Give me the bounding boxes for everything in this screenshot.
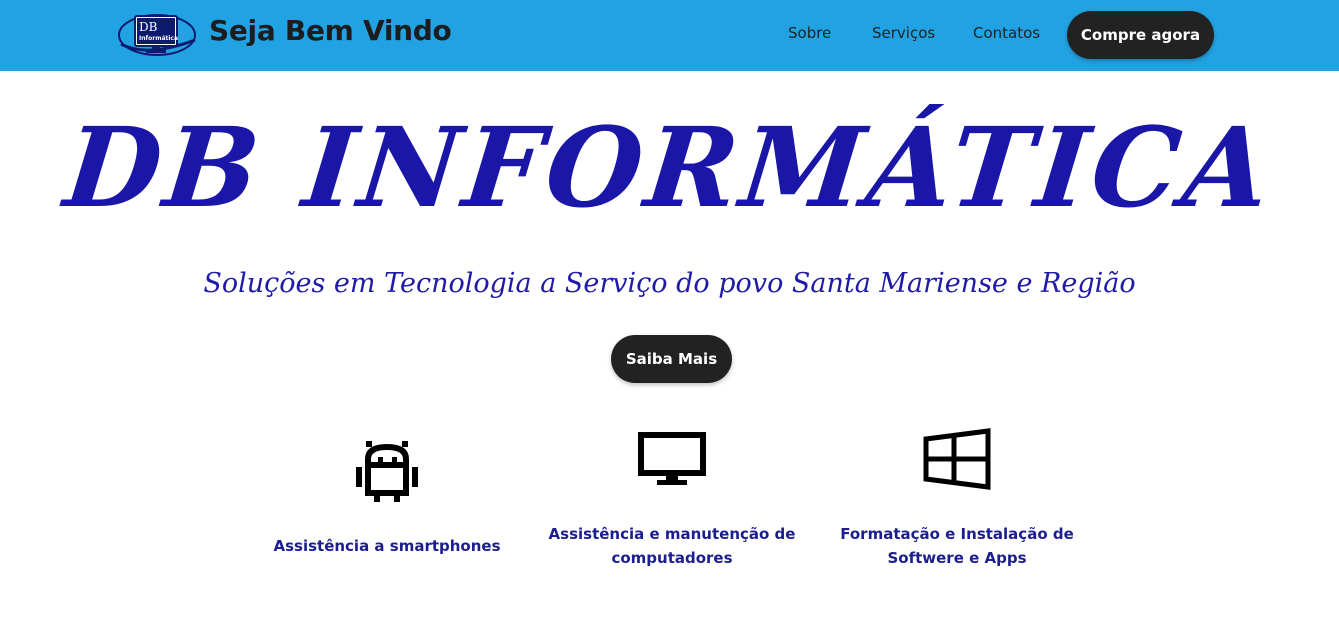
buy-now-button[interactable]: Compre agora [1067,11,1214,59]
logo-text-informatica: Informática [139,35,178,42]
monitor-icon [638,432,706,485]
site-header: DB Informática Seja Bem Vindo Sobre Serv… [0,0,1339,71]
service-label: Assistência a smartphones [273,537,501,555]
service-card-formatacao: Formatação e Instalação de Softwere e Ap… [827,425,1087,585]
service-label: Assistência e manutenção de computadores [548,525,796,567]
hero-subtitle: Soluções em Tecnologia a Serviço do povo… [203,268,1136,299]
service-card-computadores: Assistência e manutenção de computadores [542,425,802,585]
learn-more-button[interactable]: Saiba Mais [611,335,732,383]
db-informatica-logo[interactable]: DB Informática [117,10,197,60]
nav-link-contatos[interactable]: Contatos [973,24,1040,42]
logo-text-db: DB [139,20,158,34]
android-icon [356,441,418,502]
service-label: Formatação e Instalação de Softwere e Ap… [840,525,1074,567]
nav-link-servicos[interactable]: Serviços [872,24,935,42]
nav-link-sobre[interactable]: Sobre [788,24,831,42]
service-card-smartphones: Assistência a smartphones [257,425,517,585]
site-title: Seja Bem Vindo [209,14,452,47]
hero-title: DB INFORMÁTICA [59,103,1280,232]
windows-icon [923,428,991,490]
